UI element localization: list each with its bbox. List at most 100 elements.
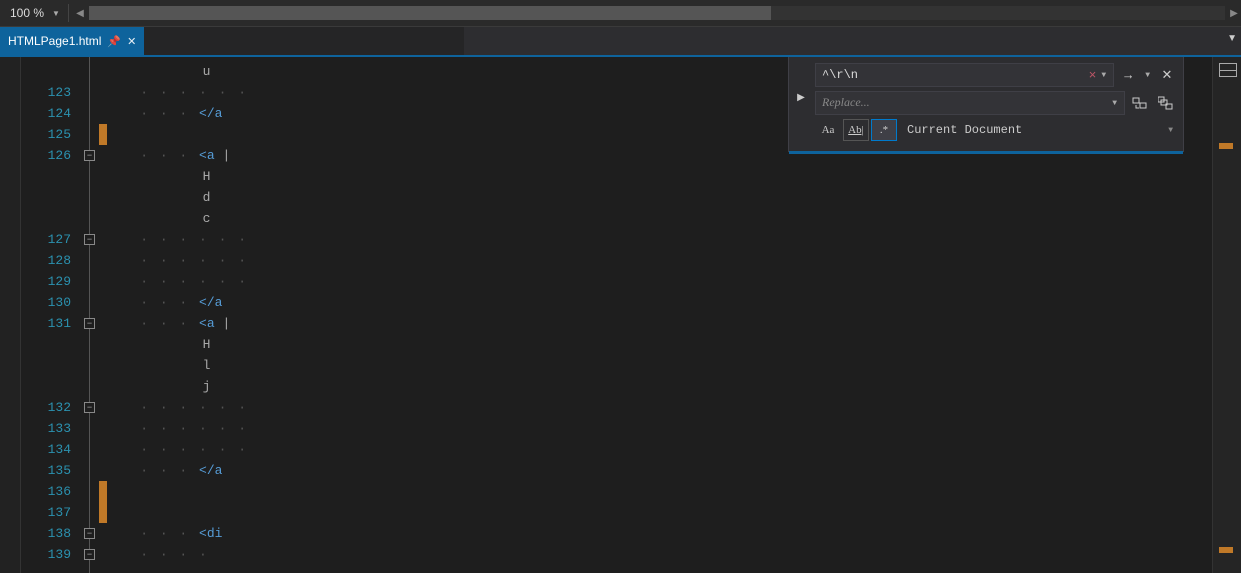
- scroll-track[interactable]: [89, 6, 1225, 20]
- line-number: [21, 208, 81, 229]
- code-line[interactable]: H: [109, 166, 1212, 187]
- horizontal-scrollbar[interactable]: ◀ ▶: [73, 0, 1241, 26]
- expand-replace-icon[interactable]: ▶: [793, 63, 809, 133]
- line-number: [21, 187, 81, 208]
- fold-toggle-icon[interactable]: −: [84, 549, 95, 560]
- line-number: 129: [21, 271, 81, 292]
- scroll-thumb[interactable]: [89, 6, 771, 20]
- line-number: 128: [21, 250, 81, 271]
- line-number: 127: [21, 229, 81, 250]
- chevron-down-icon: ▼: [1168, 126, 1177, 135]
- tab-bar: HTMLPage1.html 📌 ✕ ▼: [0, 27, 1241, 57]
- find-replace-panel: ▶ × ▼ → ▼ ✕ ▼: [788, 57, 1184, 152]
- code-line[interactable]: · · · <a |: [109, 313, 1212, 334]
- close-panel-icon[interactable]: ✕: [1157, 65, 1177, 85]
- line-number: [21, 61, 81, 82]
- fold-guide-line: [89, 57, 90, 573]
- code-line[interactable]: · · · · · ·: [109, 229, 1212, 250]
- clear-search-icon[interactable]: ×: [1087, 68, 1099, 83]
- line-number: [21, 355, 81, 376]
- selection-margin: [0, 57, 21, 573]
- code-line[interactable]: j: [109, 376, 1212, 397]
- search-scope-label: Current Document: [907, 123, 1022, 137]
- change-mark: [99, 124, 107, 145]
- zoom-selector[interactable]: 100 % ▼: [0, 0, 64, 26]
- line-number: 123: [21, 82, 81, 103]
- overview-mark: [1219, 547, 1233, 553]
- fold-toggle-icon[interactable]: −: [84, 402, 95, 413]
- find-next-icon[interactable]: →: [1118, 65, 1138, 85]
- search-scope-selector[interactable]: Current Document ▼: [901, 123, 1177, 137]
- top-toolbar: 100 % ▼ ◀ ▶: [0, 0, 1241, 27]
- regex-toggle[interactable]: .*: [871, 119, 897, 141]
- line-number: 135: [21, 460, 81, 481]
- line-number: 125: [21, 124, 81, 145]
- code-line[interactable]: [109, 502, 1212, 523]
- scroll-right-icon[interactable]: ▶: [1227, 3, 1241, 23]
- fold-toggle-icon[interactable]: −: [84, 318, 95, 329]
- search-input-wrap: × ▼: [815, 63, 1114, 87]
- code-line[interactable]: · · · </a: [109, 292, 1212, 313]
- line-number: [21, 334, 81, 355]
- fold-toggle-icon[interactable]: −: [84, 234, 95, 245]
- code-line[interactable]: · · · ·: [109, 544, 1212, 565]
- code-line[interactable]: [109, 481, 1212, 502]
- line-number: 137: [21, 502, 81, 523]
- code-line[interactable]: · · · · · ·: [109, 271, 1212, 292]
- search-options: Aa Ab| .*: [815, 119, 897, 141]
- code-line[interactable]: · · · · · ·: [109, 439, 1212, 460]
- code-line[interactable]: d: [109, 187, 1212, 208]
- find-direction-dropdown-icon[interactable]: ▼: [1142, 71, 1153, 80]
- outlining-gutter: − − − − − −: [81, 57, 99, 573]
- search-history-dropdown-icon[interactable]: ▼: [1098, 71, 1109, 80]
- replace-input-wrap: ▼: [815, 91, 1125, 115]
- replace-next-icon[interactable]: [1129, 93, 1151, 113]
- tab-navigation-dropdown[interactable]: [144, 27, 464, 55]
- code-line[interactable]: · · · <di: [109, 523, 1212, 544]
- change-mark: [99, 481, 107, 502]
- tabs-overflow-icon[interactable]: ▼: [1227, 33, 1237, 44]
- line-number: 138: [21, 523, 81, 544]
- line-number: 126: [21, 145, 81, 166]
- split-window-icon[interactable]: [1219, 63, 1237, 77]
- line-number: 124: [21, 103, 81, 124]
- code-line[interactable]: · · · </a: [109, 460, 1212, 481]
- line-number: [21, 376, 81, 397]
- match-case-label: Aa: [822, 124, 835, 136]
- whole-word-toggle[interactable]: Ab|: [843, 119, 869, 141]
- replace-all-icon[interactable]: [1155, 93, 1177, 113]
- overview-mark: [1219, 143, 1233, 149]
- vertical-scrollbar[interactable]: [1212, 57, 1241, 573]
- scroll-left-icon[interactable]: ◀: [73, 3, 87, 23]
- code-line[interactable]: · · · · · ·: [109, 397, 1212, 418]
- code-line[interactable]: · · · · · ·: [109, 418, 1212, 439]
- replace-history-dropdown-icon[interactable]: ▼: [1109, 99, 1120, 108]
- change-mark: [99, 502, 107, 523]
- line-number: 139: [21, 544, 81, 565]
- line-number: 133: [21, 418, 81, 439]
- line-number: 131: [21, 313, 81, 334]
- fold-toggle-icon[interactable]: −: [84, 528, 95, 539]
- fold-toggle-icon[interactable]: −: [84, 150, 95, 161]
- whole-word-label: Ab|: [848, 124, 864, 136]
- code-area[interactable]: ▶ × ▼ → ▼ ✕ ▼: [109, 57, 1212, 573]
- line-number: [21, 166, 81, 187]
- code-line[interactable]: l: [109, 355, 1212, 376]
- change-marks-gutter: [99, 57, 109, 573]
- tab-htmlpage1[interactable]: HTMLPage1.html 📌 ✕: [0, 27, 144, 55]
- line-number-gutter: 1231241251261271281291301311321331341351…: [21, 57, 81, 573]
- replace-input[interactable]: [820, 95, 1109, 111]
- match-case-toggle[interactable]: Aa: [815, 119, 841, 141]
- code-line[interactable]: H: [109, 334, 1212, 355]
- code-line[interactable]: · · · · · ·: [109, 250, 1212, 271]
- line-number: 134: [21, 439, 81, 460]
- chevron-down-icon: ▼: [52, 9, 60, 18]
- search-input[interactable]: [820, 67, 1087, 83]
- pin-icon[interactable]: 📌: [107, 35, 121, 48]
- regex-label: .*: [880, 124, 888, 136]
- line-number: 136: [21, 481, 81, 502]
- close-icon[interactable]: ✕: [127, 35, 136, 48]
- tab-label: HTMLPage1.html: [8, 34, 101, 48]
- code-line[interactable]: c: [109, 208, 1212, 229]
- code-editor: 1231241251261271281291301311321331341351…: [0, 57, 1241, 573]
